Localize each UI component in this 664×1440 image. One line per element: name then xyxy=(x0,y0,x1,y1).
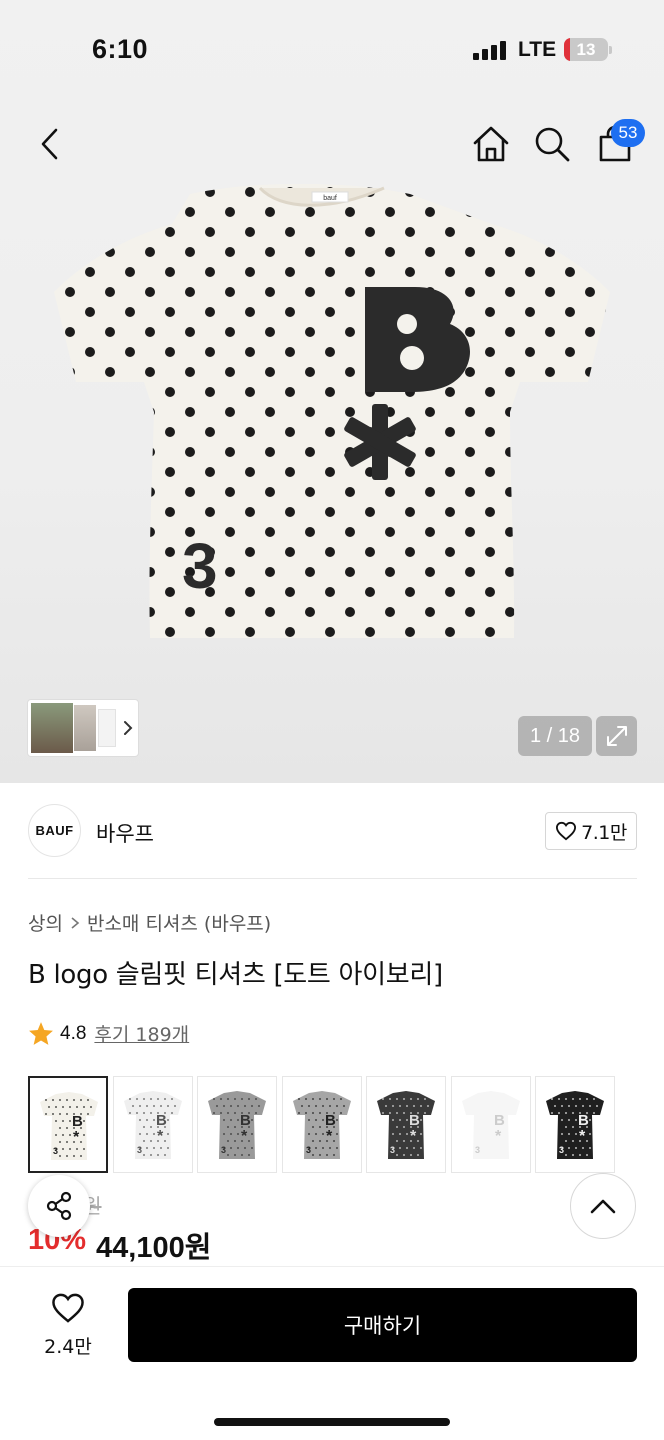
product-image[interactable]: bauf 3 xyxy=(40,182,624,652)
svg-text:bauf: bauf xyxy=(323,195,337,202)
star-icon xyxy=(29,1022,53,1045)
svg-text:*: * xyxy=(157,1128,164,1145)
color-option-tshirt-image: B* 3 xyxy=(546,1091,604,1159)
rating-score: 4.8 xyxy=(60,1022,87,1044)
product-title: B logo 슬림핏 티셔츠 [도트 아이보리] xyxy=(28,960,443,990)
color-option-charcoal[interactable]: B * 3 xyxy=(366,1076,446,1173)
brand-like-button[interactable]: 7.1만 xyxy=(545,812,637,850)
share-button[interactable] xyxy=(28,1175,90,1237)
color-option-tshirt-image: B* 3 xyxy=(461,1091,520,1159)
battery-level: 13 xyxy=(576,40,596,59)
svg-text:B: B xyxy=(578,1112,589,1129)
svg-text:3: 3 xyxy=(306,1145,311,1155)
search-icon xyxy=(535,127,570,162)
battery-cap xyxy=(609,46,612,54)
svg-text:*: * xyxy=(73,1129,80,1146)
product-gallery: 6:10 LTE 13 53 bauf 3 1 / 18 xyxy=(0,0,664,783)
svg-text:*: * xyxy=(241,1128,248,1145)
color-option-dot-light-gray[interactable]: B * 3 xyxy=(112,1076,193,1173)
brand-name[interactable]: 바우프 xyxy=(96,818,154,848)
svg-text:B: B xyxy=(494,1112,505,1129)
breadcrumb: 상의 반소매 티셔츠 (바우프) xyxy=(28,909,271,936)
svg-text:B: B xyxy=(72,1113,83,1130)
svg-text:B: B xyxy=(325,1112,336,1129)
signal-icon xyxy=(473,40,507,60)
color-option-tshirt-image: B* 3 xyxy=(292,1091,351,1159)
status-bar: 6:10 LTE 13 xyxy=(0,0,664,100)
color-option-tshirt-image: B* 3 xyxy=(377,1091,435,1159)
divider xyxy=(28,878,637,879)
color-option-tshirt-image: B* 3 xyxy=(40,1092,98,1160)
status-time: 6:10 xyxy=(92,34,149,64)
product-like-button[interactable]: 2.4만 xyxy=(28,1290,108,1362)
cart-count-badge: 53 xyxy=(611,119,645,147)
svg-text:B: B xyxy=(409,1112,420,1129)
breadcrumb-subcategory[interactable]: 반소매 티셔츠 (바우프) xyxy=(87,909,271,936)
svg-text:B: B xyxy=(156,1112,167,1129)
svg-text:*: * xyxy=(579,1128,586,1145)
chevron-right-icon xyxy=(71,916,80,929)
thumbnail-product-photo xyxy=(98,709,116,747)
rating-row: 4.8 후기 189개 xyxy=(28,1020,189,1047)
color-option-black-dot[interactable]: B * 3 xyxy=(535,1076,615,1173)
color-option-tshirt-image: B* 3 xyxy=(123,1091,182,1159)
search-button[interactable] xyxy=(530,122,574,166)
review-count-link[interactable]: 후기 189개 xyxy=(94,1020,189,1047)
svg-text:*: * xyxy=(495,1128,502,1145)
svg-text:3: 3 xyxy=(182,530,218,602)
home-button[interactable] xyxy=(470,122,512,166)
thumbnail-model-photo xyxy=(31,703,73,753)
svg-text:3: 3 xyxy=(53,1146,58,1156)
svg-text:*: * xyxy=(326,1128,333,1145)
expand-image-button[interactable] xyxy=(596,716,637,756)
back-button[interactable] xyxy=(30,124,70,164)
expand-icon xyxy=(606,726,627,746)
color-option-tshirt-image: B* 3 xyxy=(208,1091,266,1159)
brand-like-count: 7.1만 xyxy=(581,821,627,844)
scroll-to-top-button[interactable] xyxy=(570,1173,636,1239)
share-icon xyxy=(46,1191,72,1221)
network-label: LTE xyxy=(518,38,557,61)
color-option-white[interactable]: B * 3 xyxy=(450,1076,531,1173)
battery-icon: 13 xyxy=(564,38,608,61)
gallery-thumbnail-strip[interactable] xyxy=(27,699,139,757)
back-icon xyxy=(41,128,58,160)
home-indicator xyxy=(214,1418,450,1426)
heart-icon xyxy=(52,1293,84,1323)
svg-text:3: 3 xyxy=(137,1145,142,1155)
image-page-counter: 1 / 18 xyxy=(518,716,592,756)
color-option-gray[interactable]: B * 3 xyxy=(197,1076,277,1173)
svg-text:3: 3 xyxy=(559,1145,564,1155)
svg-text:*: * xyxy=(410,1128,417,1145)
svg-text:3: 3 xyxy=(221,1145,226,1155)
svg-text:3: 3 xyxy=(475,1145,480,1155)
sale-price: 44,100원 xyxy=(96,1232,212,1264)
chevron-right-icon xyxy=(124,721,133,735)
home-icon xyxy=(473,126,509,162)
svg-text:3: 3 xyxy=(390,1145,395,1155)
buy-button[interactable]: 구매하기 xyxy=(128,1288,637,1362)
chevron-up-icon xyxy=(590,1199,616,1214)
product-like-count: 2.4만 xyxy=(44,1336,92,1358)
brand-logo[interactable]: BAUF xyxy=(28,804,81,857)
breadcrumb-category[interactable]: 상의 xyxy=(28,909,63,936)
color-option-dot-ivory[interactable]: B * 3 xyxy=(28,1076,108,1173)
svg-text:B: B xyxy=(240,1112,251,1129)
color-option-melange-gray[interactable]: B * 3 xyxy=(281,1076,362,1173)
heart-icon xyxy=(556,821,577,841)
thumbnail-model-photo xyxy=(74,705,96,751)
